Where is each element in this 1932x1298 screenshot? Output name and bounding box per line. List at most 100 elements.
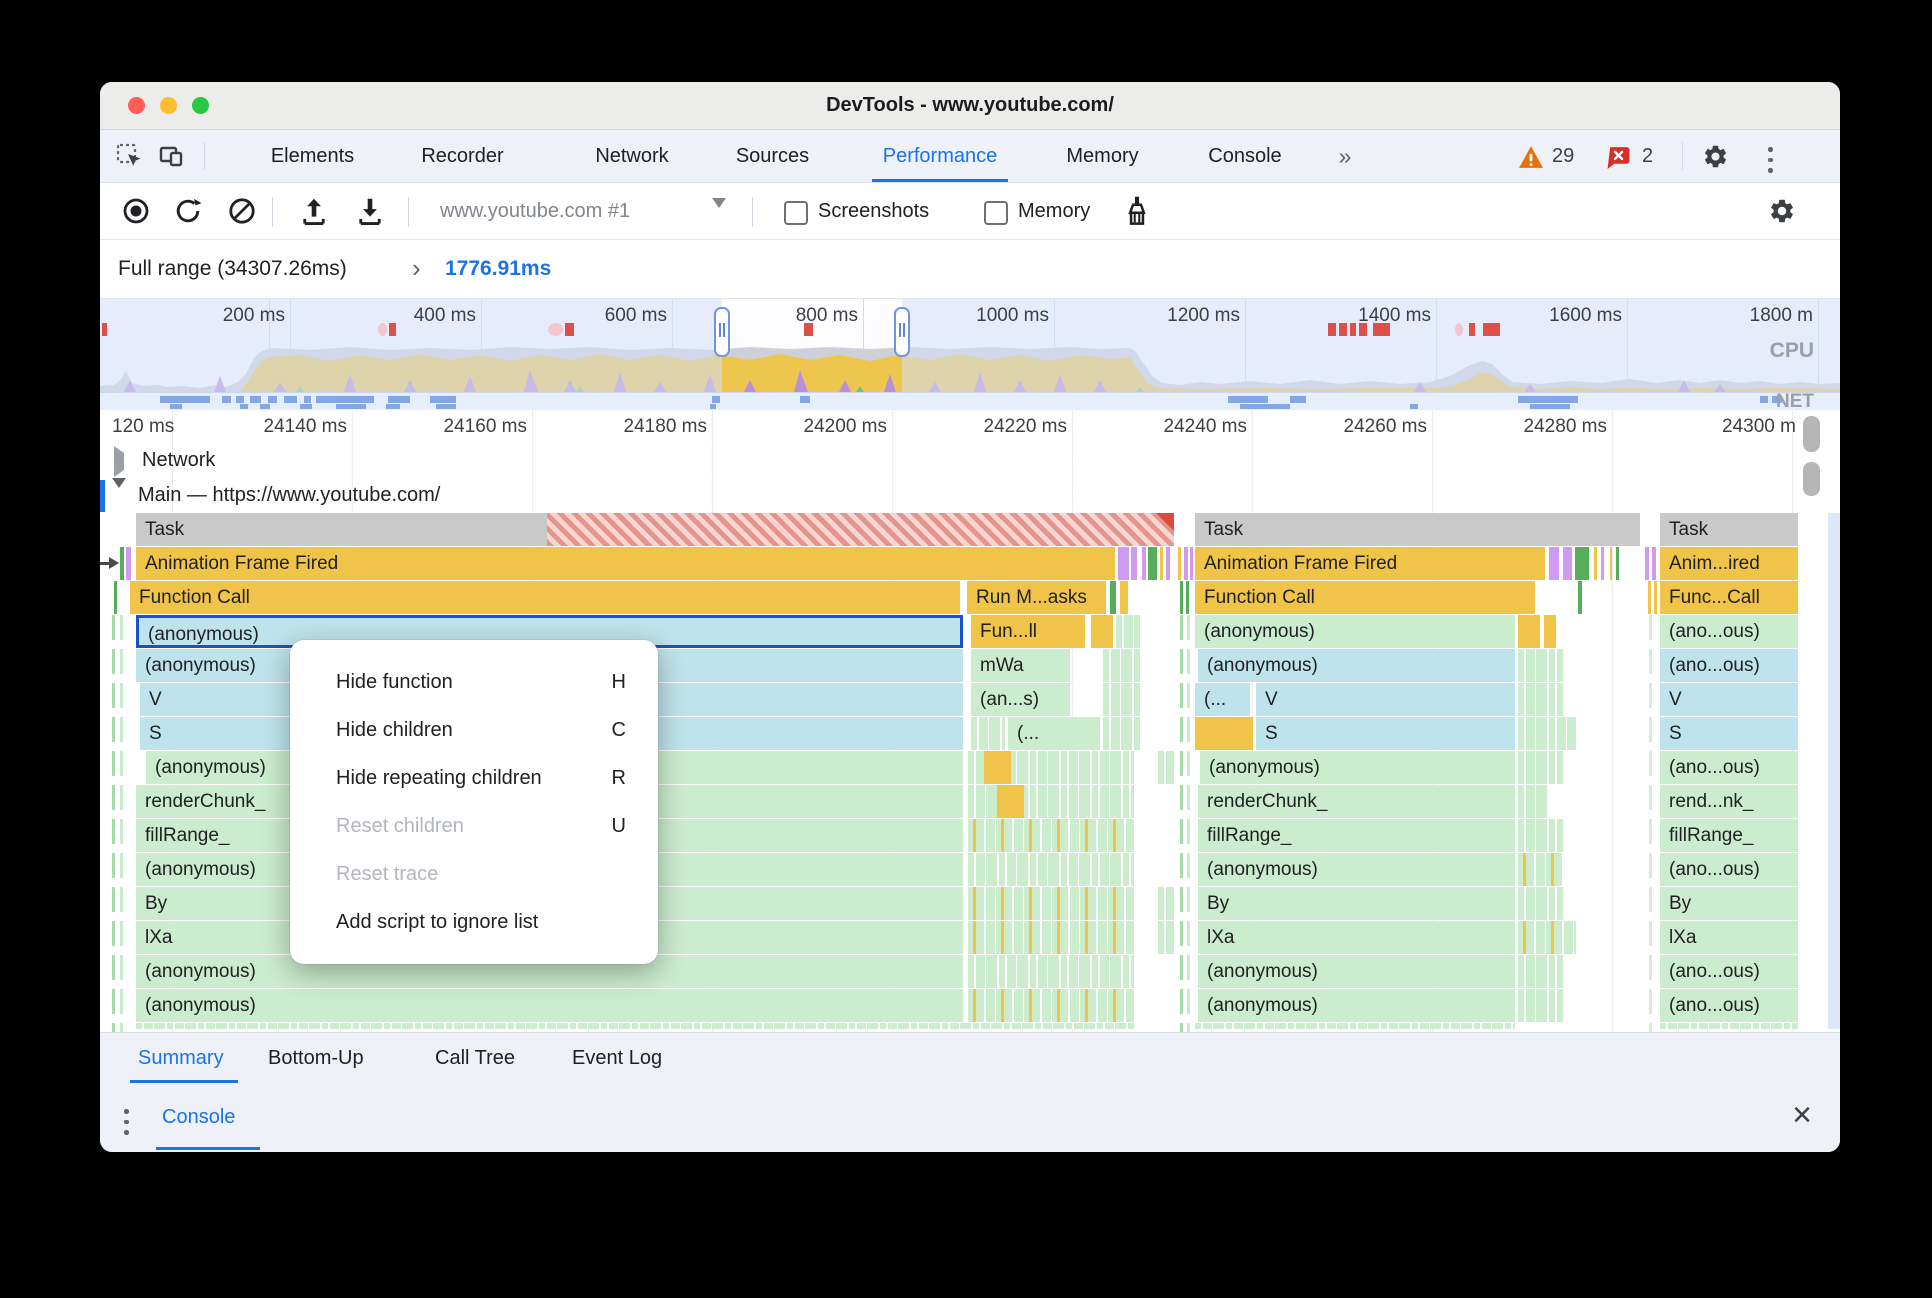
- flame-fragments[interactable]: [1518, 785, 1548, 818]
- flame-bar-fun[interactable]: Fun...ll: [971, 615, 1085, 648]
- flame-bar[interactable]: V: [1256, 683, 1515, 716]
- flame-bar[interactable]: (anonymous): [1200, 751, 1515, 784]
- flame-fragments[interactable]: [1518, 955, 1563, 988]
- tab-network[interactable]: Network: [572, 130, 692, 182]
- flame-fragments[interactable]: [1518, 819, 1563, 852]
- vertical-scrollbar-thumb[interactable]: [1803, 416, 1820, 452]
- flame-sliver[interactable]: [1120, 581, 1128, 614]
- flame-sliver[interactable]: [1645, 547, 1649, 580]
- flame-fragments[interactable]: [1518, 717, 1576, 750]
- flame-bar[interactable]: (anonymous): [1198, 649, 1515, 682]
- flame-sliver[interactable]: [1118, 547, 1129, 580]
- tab-bottom-up[interactable]: Bottom-Up: [268, 1033, 364, 1083]
- flame-bar[interactable]: renderChunk_: [1198, 785, 1515, 818]
- flame-sliver[interactable]: [1148, 547, 1157, 580]
- memory-checkbox[interactable]: [984, 201, 1008, 225]
- flame-bar[interactable]: (...: [1195, 683, 1250, 716]
- selection-handle-left[interactable]: [714, 307, 730, 357]
- flame-sliver[interactable]: [1160, 547, 1163, 580]
- flame-fragments[interactable]: [1103, 649, 1140, 682]
- flame-sliver[interactable]: [114, 581, 117, 614]
- flame-fragments[interactable]: [968, 921, 1134, 954]
- tab-performance[interactable]: Performance: [875, 130, 1005, 182]
- flame-bar-aff[interactable]: Animation Frame Fired: [136, 547, 1115, 580]
- tab-recorder[interactable]: Recorder: [400, 130, 525, 182]
- flame-fragments[interactable]: [968, 819, 1134, 852]
- device-toolbar-icon[interactable]: [158, 143, 185, 175]
- flame-sliver[interactable]: [1091, 615, 1113, 648]
- screenshots-checkbox[interactable]: [784, 201, 808, 225]
- tab-memory[interactable]: Memory: [1045, 130, 1160, 182]
- flame-fragments[interactable]: [968, 785, 1134, 818]
- flame-sliver[interactable]: [1648, 581, 1651, 614]
- flame-fragments[interactable]: [1103, 683, 1140, 716]
- flame-fragments[interactable]: [968, 853, 1134, 886]
- flame-bar-mwa[interactable]: mWa: [971, 649, 1070, 682]
- flame-bar[interactable]: (anonymous): [1198, 955, 1515, 988]
- target-select[interactable]: www.youtube.com #1: [440, 183, 740, 239]
- flame-fragments[interactable]: [1195, 1023, 1515, 1029]
- screenshots-label[interactable]: Screenshots: [818, 183, 929, 239]
- flame-sliver[interactable]: [1190, 547, 1193, 580]
- flame-fragments[interactable]: [1660, 1023, 1798, 1029]
- flame-sliver[interactable]: [1180, 581, 1183, 614]
- flame-fragments[interactable]: [1116, 615, 1140, 648]
- flame-bar[interactable]: (anonymous): [1195, 615, 1515, 648]
- garbage-collect-icon[interactable]: [1122, 195, 1152, 232]
- tab-summary[interactable]: Summary: [138, 1033, 224, 1083]
- flame-bar[interactable]: (...: [1008, 717, 1100, 750]
- network-track-label[interactable]: Network: [142, 443, 215, 477]
- flame-bar[interactable]: By: [1198, 887, 1515, 920]
- flame-fragments[interactable]: [968, 887, 1134, 920]
- flame-sliver[interactable]: [120, 547, 124, 580]
- flame-bar-aff[interactable]: Animation Frame Fired: [1195, 547, 1545, 580]
- tab-call-tree[interactable]: Call Tree: [435, 1033, 515, 1083]
- flame-bar[interactable]: (anonymous): [1198, 853, 1515, 886]
- flame-fragments[interactable]: [1103, 717, 1140, 750]
- flame-fragments[interactable]: [1158, 887, 1174, 920]
- drawer-kebab-menu-icon[interactable]: [124, 1106, 129, 1138]
- flame-bar-fc[interactable]: Function Call: [130, 581, 960, 614]
- flame-bar[interactable]: fillRange_: [1660, 819, 1798, 852]
- flame-bar-fc[interactable]: Func...Call: [1660, 581, 1798, 614]
- flame-fragments[interactable]: [1518, 921, 1576, 954]
- timeline-overview[interactable]: 200 ms 400 ms 600 ms 800 ms 1000 ms 1200…: [100, 299, 1840, 411]
- flame-sliver[interactable]: [1186, 581, 1189, 614]
- flame-fragments[interactable]: [1518, 989, 1563, 1022]
- flame-sliver[interactable]: [1601, 547, 1604, 580]
- flame-sliver[interactable]: [1652, 547, 1656, 580]
- flame-bar[interactable]: (ano...ous): [1660, 751, 1798, 784]
- flame-fragments[interactable]: [1158, 921, 1174, 954]
- inspect-icon[interactable]: [116, 143, 143, 175]
- flame-sliver[interactable]: [1166, 547, 1170, 580]
- settings-gear-icon[interactable]: [1702, 143, 1729, 175]
- reload-record-icon[interactable]: [174, 197, 202, 230]
- menu-item-hide-function[interactable]: Hide function H: [290, 658, 658, 706]
- warning-icon[interactable]: [1518, 145, 1544, 174]
- flame-bar-task[interactable]: Task: [1660, 513, 1798, 546]
- menu-item-hide-repeating-children[interactable]: Hide repeating children R: [290, 754, 658, 802]
- vertical-scrollbar-thumb[interactable]: [1803, 462, 1820, 496]
- flame-fragments[interactable]: [136, 1023, 1134, 1029]
- drawer-close-icon[interactable]: ×: [1792, 1084, 1812, 1150]
- flame-fragments[interactable]: [971, 717, 1005, 750]
- flame-sliver[interactable]: [126, 547, 131, 580]
- flame-bar[interactable]: (ano...ous): [1660, 989, 1798, 1022]
- tab-event-log[interactable]: Event Log: [572, 1033, 662, 1083]
- flame-bar[interactable]: lXa: [1198, 921, 1515, 954]
- flame-bar[interactable]: S: [1256, 717, 1515, 750]
- download-profile-icon[interactable]: [356, 197, 384, 232]
- flame-fragments[interactable]: [1518, 683, 1563, 716]
- flame-sliver[interactable]: [1178, 547, 1181, 580]
- flame-sliver[interactable]: [1563, 547, 1572, 580]
- flame-sliver[interactable]: [1654, 581, 1657, 614]
- target-select-arrow-icon[interactable]: [712, 198, 726, 226]
- flame-bar-fc[interactable]: Function Call: [1195, 581, 1535, 614]
- flame-fragments[interactable]: [1518, 751, 1563, 784]
- flame-bar[interactable]: (ano...ous): [1660, 649, 1798, 682]
- flame-bar[interactable]: fillRange_: [1198, 819, 1515, 852]
- warning-count[interactable]: 29: [1552, 130, 1574, 182]
- network-expand-arrow-icon[interactable]: [114, 446, 124, 477]
- flame-fragments[interactable]: [1518, 649, 1563, 682]
- error-icon[interactable]: [1606, 145, 1631, 175]
